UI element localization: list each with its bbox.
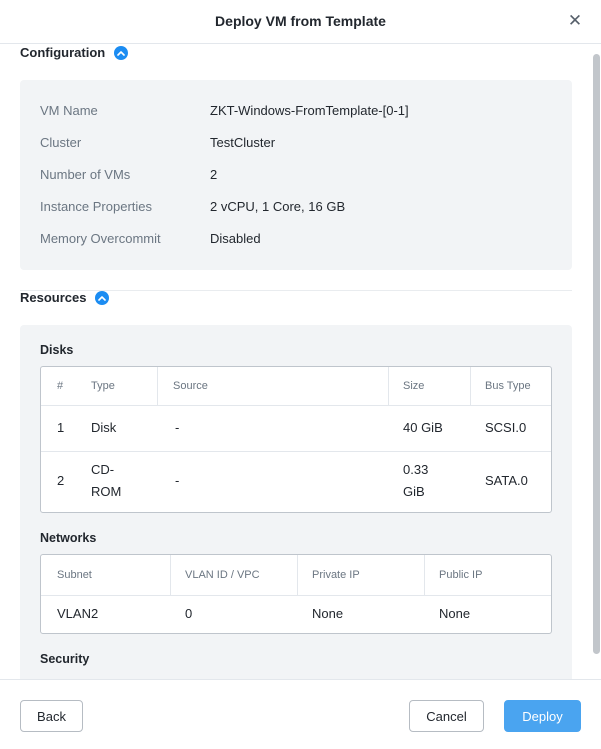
config-label: Number of VMs (40, 167, 131, 182)
networks-col-public-ip: Public IP (439, 569, 483, 581)
config-value: TestCluster (210, 135, 276, 150)
config-value: ZKT-Windows-FromTemplate-[0-1] (210, 103, 409, 118)
disks-col-bus-type: Bus Type (485, 380, 531, 392)
disk-size: 0.33 GiB (403, 462, 429, 499)
chevron-up-icon[interactable] (114, 45, 129, 60)
modal-footer: Back Cancel Deploy (0, 679, 601, 749)
configuration-panel: VM Name ZKT-Windows-FromTemplate-[0-1] C… (20, 80, 572, 270)
resources-section-header[interactable]: Resources (20, 290, 110, 305)
disk-bus-type: SATA.0 (485, 473, 528, 488)
disk-size: 40 GiB (403, 420, 443, 435)
configuration-title: Configuration (20, 45, 106, 60)
column-divider (424, 555, 425, 595)
disk-num: 2 (57, 473, 65, 488)
configuration-section-header[interactable]: Configuration (20, 45, 129, 60)
disk-type: CD- ROM (91, 462, 122, 499)
scrollbar-thumb[interactable] (593, 54, 600, 654)
modal-body: Configuration VM Name ZKT-Windows-FromTe… (0, 44, 601, 679)
disks-table: # Type Source Size Bus Type 1 Disk - 40 … (40, 366, 552, 513)
chevron-up-icon[interactable] (95, 290, 110, 305)
disks-col-source: Source (173, 380, 208, 392)
close-icon[interactable]: ✕ (567, 12, 583, 30)
config-label: Cluster (40, 135, 82, 150)
resources-panel: Disks # Type Source Size Bus Type 1 Disk… (20, 325, 572, 679)
config-value: Disabled (210, 231, 261, 246)
scrollbar[interactable] (592, 44, 600, 674)
network-public-ip: None (439, 606, 471, 621)
config-value: 2 (210, 167, 218, 182)
config-label: Memory Overcommit (40, 231, 161, 246)
disk-bus-type: SCSI.0 (485, 420, 527, 435)
row-divider (41, 405, 551, 406)
network-vlan: 0 (185, 606, 193, 621)
networks-title: Networks (40, 531, 97, 545)
back-button[interactable]: Back (20, 700, 83, 732)
column-divider (388, 367, 389, 405)
deploy-button[interactable]: Deploy (504, 700, 581, 732)
config-value: 2 vCPU, 1 Core, 16 GB (210, 199, 346, 214)
resources-title: Resources (20, 290, 87, 305)
disks-col-type: Type (91, 380, 115, 392)
modal-title: Deploy VM from Template (215, 13, 386, 29)
disks-col-num: # (57, 380, 64, 392)
networks-table: Subnet VLAN ID / VPC Private IP Public I… (40, 554, 552, 634)
row-divider (41, 451, 551, 452)
security-title: Security (40, 652, 90, 666)
disks-col-size: Size (403, 380, 425, 392)
disk-source: - (175, 420, 180, 435)
config-label: Instance Properties (40, 199, 153, 214)
cancel-button[interactable]: Cancel (409, 700, 484, 732)
config-label: VM Name (40, 103, 98, 118)
disk-num: 1 (57, 420, 65, 435)
disks-title: Disks (40, 343, 74, 357)
modal-header: Deploy VM from Template ✕ (0, 0, 601, 44)
column-divider (297, 555, 298, 595)
network-subnet: VLAN2 (57, 606, 99, 621)
network-private-ip: None (312, 606, 344, 621)
networks-col-vlan: VLAN ID / VPC (185, 569, 260, 581)
disk-type: Disk (91, 420, 117, 435)
column-divider (470, 367, 471, 405)
row-divider (41, 595, 551, 596)
column-divider (157, 367, 158, 405)
disk-source: - (175, 473, 180, 488)
networks-col-private-ip: Private IP (312, 569, 360, 581)
networks-col-subnet: Subnet (57, 569, 92, 581)
column-divider (170, 555, 171, 595)
